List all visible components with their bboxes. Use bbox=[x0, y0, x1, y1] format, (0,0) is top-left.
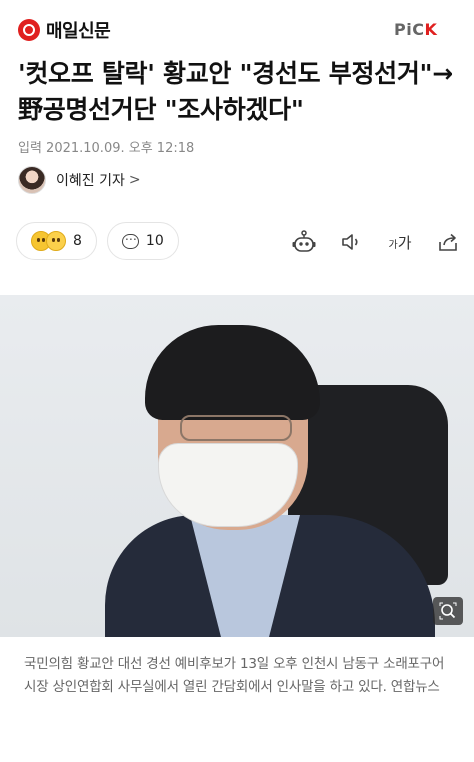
header: 매일신문 PiCK bbox=[0, 0, 474, 60]
zoom-icon bbox=[439, 602, 457, 620]
maeil-logo-icon bbox=[18, 19, 40, 41]
avatar bbox=[18, 166, 46, 194]
share-icon bbox=[439, 233, 457, 251]
reaction-button[interactable]: 8 bbox=[16, 222, 97, 260]
share-button[interactable] bbox=[434, 228, 462, 256]
comment-button[interactable]: 10 bbox=[106, 222, 179, 260]
photo-caption: 국민의힘 황교안 대선 경선 예비후보가 13일 오후 인천시 남동구 소래포구… bbox=[24, 656, 445, 695]
pick-label: PiC bbox=[394, 20, 425, 39]
logo[interactable]: 매일신문 bbox=[18, 17, 111, 43]
comment-icon bbox=[121, 229, 139, 249]
pick-button[interactable]: PiCK bbox=[394, 20, 437, 39]
font-size-icon: 가가 bbox=[388, 232, 411, 253]
article-date: 입력 2021.10.09. 오후 12:18 bbox=[18, 141, 195, 156]
article-photo[interactable] bbox=[0, 295, 474, 637]
zoom-button[interactable] bbox=[433, 597, 463, 625]
font-size-button[interactable]: 가가 bbox=[386, 228, 414, 256]
summary-bot-button[interactable] bbox=[290, 228, 318, 256]
reaction-bar: 8 10 bbox=[16, 222, 189, 260]
emoji-reaction-icon bbox=[46, 231, 66, 251]
article-tools: 가가 bbox=[290, 228, 474, 256]
robot-summary-icon bbox=[292, 230, 316, 252]
reporter-link[interactable]: 이혜진 기자 > bbox=[18, 166, 141, 194]
article-title: '컷오프 탈락' 황교안 "경선도 부정선거"→野공명선거단 "조사하겠다" bbox=[18, 59, 453, 124]
font-large-label: 가 bbox=[397, 233, 412, 252]
logo-text: 매일신문 bbox=[46, 21, 111, 42]
pick-label-k: K bbox=[424, 20, 438, 39]
tts-button[interactable] bbox=[338, 228, 366, 256]
speaker-icon bbox=[342, 234, 358, 250]
reaction-count: 8 bbox=[73, 233, 82, 249]
photo-glasses bbox=[180, 415, 292, 441]
chevron-right-icon: > bbox=[128, 172, 141, 188]
photo-hair bbox=[145, 325, 320, 420]
comment-count: 10 bbox=[145, 233, 164, 249]
reporter-name: 이혜진 기자 bbox=[56, 173, 125, 189]
font-small-label: 가 bbox=[388, 239, 398, 251]
